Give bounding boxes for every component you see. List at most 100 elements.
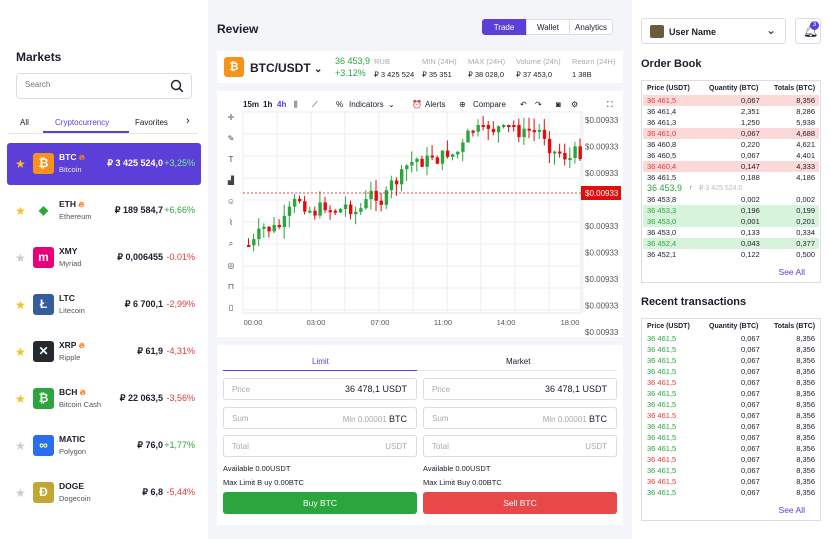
tab-market[interactable]: Market bbox=[506, 357, 530, 366]
row-qty: 0,002 bbox=[741, 195, 760, 204]
candle-body bbox=[343, 204, 348, 209]
sell-sum-label: Sum bbox=[432, 414, 449, 423]
bid-row[interactable]: 36 453,3 0,196 0,199 bbox=[642, 205, 820, 216]
notification-badge: 3 bbox=[810, 21, 819, 30]
sell-sum-field[interactable]: Sum Min 0.00001 BTC bbox=[423, 407, 617, 429]
y-tick-label: $0.00933 bbox=[585, 302, 619, 311]
candle-body bbox=[456, 151, 460, 155]
transaction-row[interactable]: 36 461,5 0,067 8,356 bbox=[642, 410, 820, 421]
row-total: 8,356 bbox=[796, 477, 815, 486]
ask-row[interactable]: 36 461,5 0,067 8,356 bbox=[642, 95, 820, 106]
transaction-row[interactable]: 36 461,5 0,067 8,356 bbox=[642, 476, 820, 487]
row-price: 36 460,4 bbox=[647, 162, 677, 171]
bid-row[interactable]: 36 453,8 0,002 0,002 bbox=[642, 194, 820, 205]
buy-total-field[interactable]: Total USDT bbox=[223, 435, 417, 457]
chevron-down-icon: ⌄ bbox=[766, 23, 777, 37]
row-qty: 0,067 bbox=[741, 389, 760, 398]
buy-max-limit: Max Limit B uy 0.00BTC bbox=[223, 478, 304, 487]
transaction-row[interactable]: 36 461,5 0,067 8,356 bbox=[642, 355, 820, 366]
x-tick-label: 11:00 bbox=[434, 318, 452, 327]
candle-body bbox=[354, 211, 358, 215]
row-price: 36 461,5 bbox=[647, 367, 677, 376]
candle-body bbox=[298, 198, 302, 202]
buy-button[interactable]: Buy BTC bbox=[223, 492, 417, 514]
candle-body bbox=[338, 208, 343, 213]
transaction-row[interactable]: 36 461,5 0,067 8,356 bbox=[642, 333, 820, 344]
current-price-label: $0.00933 bbox=[585, 189, 619, 198]
transaction-row[interactable]: 36 461,5 0,067 8,356 bbox=[642, 443, 820, 454]
candle-body bbox=[374, 190, 378, 201]
transaction-row[interactable]: 36 461,5 0,067 8,356 bbox=[642, 421, 820, 432]
bid-row[interactable]: 36 452,4 0,043 0,377 bbox=[642, 238, 820, 249]
transaction-row[interactable]: 36 461,5 0,067 8,356 bbox=[642, 388, 820, 399]
user-menu[interactable]: User Name ⌄ bbox=[641, 18, 786, 44]
sell-price-field[interactable]: Price 36 478,1 USDT bbox=[423, 378, 617, 400]
transaction-row[interactable]: 36 461,5 0,067 8,356 bbox=[642, 399, 820, 410]
row-total: 5,938 bbox=[796, 118, 815, 127]
row-price: 36 453,0 bbox=[647, 217, 677, 226]
candle-body bbox=[410, 161, 414, 166]
row-price: 36 453,0 bbox=[647, 228, 677, 237]
row-price: 36 461,5 bbox=[647, 488, 677, 497]
buy-total-label: Total bbox=[232, 442, 249, 451]
row-total: 8,356 bbox=[796, 444, 815, 453]
candle-body bbox=[415, 158, 419, 162]
ask-row[interactable]: 36 461,4 2,351 8,286 bbox=[642, 106, 820, 117]
transaction-row[interactable]: 36 461,5 0,067 8,356 bbox=[642, 366, 820, 377]
transaction-row[interactable]: 36 461,5 0,067 8,356 bbox=[642, 432, 820, 443]
row-total: 4,186 bbox=[796, 173, 815, 182]
candle-body bbox=[461, 142, 465, 152]
transaction-row[interactable]: 36 461,5 0,067 8,356 bbox=[642, 487, 820, 498]
row-total: 8,356 bbox=[796, 400, 815, 409]
candle-body bbox=[573, 146, 577, 159]
ask-row[interactable]: 36 460,5 0,067 4,401 bbox=[642, 150, 820, 161]
ask-row[interactable]: 36 460,4 0,147 4,333 bbox=[642, 161, 820, 172]
candle-body bbox=[496, 126, 501, 133]
transaction-row[interactable]: 36 461,5 0,067 8,356 bbox=[642, 465, 820, 476]
row-total: 8,356 bbox=[796, 367, 815, 376]
ask-row[interactable]: 36 461,3 1,250 5,938 bbox=[642, 117, 820, 128]
row-qty: 0,067 bbox=[741, 444, 760, 453]
transaction-row[interactable]: 36 461,5 0,067 8,356 bbox=[642, 344, 820, 355]
buy-sum-field[interactable]: Sum Min 0.00001 BTC bbox=[223, 407, 417, 429]
buy-price-field[interactable]: Price 36 478,1 USDT bbox=[223, 378, 417, 400]
x-tick-label: 07:00 bbox=[371, 318, 390, 327]
ask-row[interactable]: 36 460,8 0,220 4,621 bbox=[642, 139, 820, 150]
candle-body bbox=[282, 215, 287, 228]
row-price: 36 461,5 bbox=[647, 444, 677, 453]
ask-row[interactable]: 36 461,0 0,067 4,688 bbox=[642, 128, 820, 139]
candle-body bbox=[400, 169, 404, 185]
candle-body bbox=[512, 125, 516, 127]
sell-max-limit: Max Limit Buy 0.00BTC bbox=[423, 478, 502, 487]
transaction-row[interactable]: 36 461,5 0,067 8,356 bbox=[642, 454, 820, 465]
row-price: 36 461,5 bbox=[647, 356, 677, 365]
notifications-button[interactable]: 🔔︎ 3 bbox=[795, 18, 821, 44]
candle-body bbox=[578, 146, 582, 160]
sell-sum-unit: BTC bbox=[589, 414, 607, 424]
rt-header-total: Totals (BTC) bbox=[774, 323, 816, 330]
row-qty: 0,067 bbox=[741, 367, 760, 376]
candle-body bbox=[481, 125, 485, 127]
tab-limit[interactable]: Limit bbox=[312, 357, 329, 366]
row-qty: 0,067 bbox=[741, 129, 760, 138]
recent-see-all[interactable]: See All bbox=[779, 505, 805, 515]
bid-row[interactable]: 36 453,0 0,133 0,334 bbox=[642, 227, 820, 238]
row-price: 36 460,8 bbox=[647, 140, 677, 149]
sell-total-field[interactable]: Total USDT bbox=[423, 435, 617, 457]
order-book-see-all[interactable]: See All bbox=[779, 267, 805, 277]
sell-sum-hint: Min 0.00001 bbox=[542, 415, 587, 424]
ob-header-total: Totals (BTC) bbox=[774, 85, 816, 92]
order-book-title: Order Book bbox=[641, 58, 702, 70]
bid-row[interactable]: 36 452,1 0,122 0,500 bbox=[642, 249, 820, 260]
row-qty: 0,147 bbox=[741, 162, 760, 171]
sell-button[interactable]: Sell BTC bbox=[423, 492, 617, 514]
buy-price-label: Price bbox=[232, 385, 251, 394]
row-qty: 0,001 bbox=[741, 217, 760, 226]
rt-header-qty: Quantity (BTC) bbox=[709, 323, 759, 330]
y-tick-label: $0.00933 bbox=[585, 328, 619, 337]
bid-row[interactable]: 36 453,0 0,001 0,201 bbox=[642, 216, 820, 227]
transaction-row[interactable]: 36 461,5 0,067 8,356 bbox=[642, 377, 820, 388]
row-total: 4,621 bbox=[796, 140, 815, 149]
candle-body bbox=[451, 154, 455, 157]
ask-row[interactable]: 36 461,5 0,188 4,186 bbox=[642, 172, 820, 183]
